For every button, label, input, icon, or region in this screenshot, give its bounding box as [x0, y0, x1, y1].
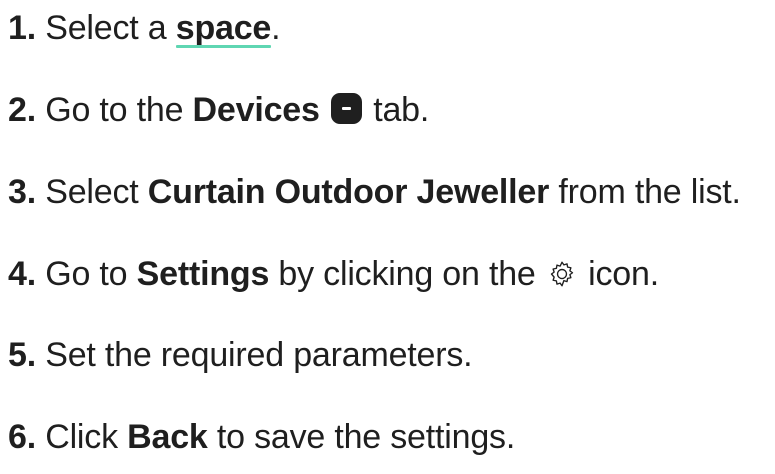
step-text-mid: by clicking on the — [278, 255, 536, 293]
gear-icon — [550, 261, 574, 287]
step-text-end: . — [271, 9, 281, 47]
step-number: 2. — [8, 91, 36, 129]
step-2: 2. Go to the Devices tab. — [8, 88, 429, 132]
step-5: 5. Set the required parameters. — [8, 333, 473, 377]
step-text: Set the required parameters. — [45, 336, 473, 374]
step-1: 1. Select a space. — [8, 6, 281, 50]
step-text: Go to the — [45, 91, 184, 129]
step-text: Select — [45, 173, 139, 211]
step-text-end: icon. — [588, 255, 659, 293]
settings-label: Settings — [136, 255, 270, 293]
step-4: 4. Go to Settings by clicking on the ico… — [8, 252, 659, 296]
back-label: Back — [127, 418, 208, 456]
step-3: 3. Select Curtain Outdoor Jeweller from … — [8, 170, 741, 214]
step-text: Go to — [45, 255, 128, 293]
devices-tab-icon — [330, 93, 362, 124]
step-text: Click — [45, 418, 118, 456]
step-text-end: from the list. — [558, 173, 741, 211]
step-number: 1. — [8, 9, 36, 47]
devices-label: Devices — [192, 91, 320, 129]
instruction-steps: 1. Select a space. 2. Go to the Devices … — [0, 0, 775, 474]
step-number: 3. — [8, 173, 36, 211]
step-number: 5. — [8, 336, 36, 374]
step-number: 6. — [8, 418, 36, 456]
step-text: Select a — [45, 9, 167, 47]
step-6: 6. Click Back to save the settings. — [8, 415, 515, 459]
step-text-end: tab. — [373, 91, 430, 129]
space-link[interactable]: space — [175, 6, 272, 50]
step-text-end: to save the settings. — [216, 418, 516, 456]
device-name: Curtain Outdoor Jeweller — [147, 173, 550, 211]
step-number: 4. — [8, 255, 36, 293]
